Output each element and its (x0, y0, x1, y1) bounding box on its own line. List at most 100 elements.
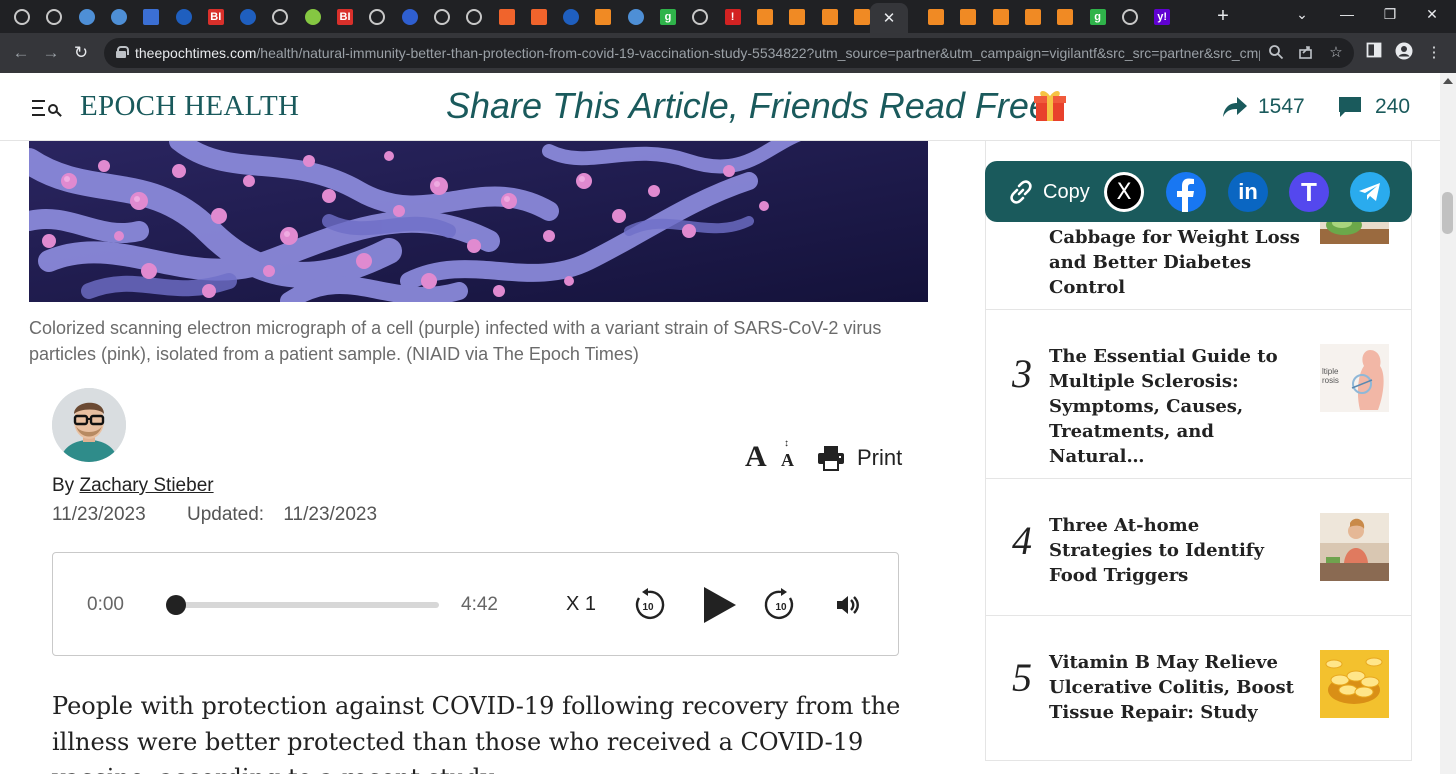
sidebar-item-title[interactable]: Cabbage for Weight Loss and Better Diabe… (1049, 225, 1307, 300)
bookmark-favicon-icon (595, 9, 612, 25)
share-telegram-button[interactable] (1350, 172, 1390, 212)
site-logo[interactable]: EPOCH HEALTH (80, 90, 299, 123)
text-size-button[interactable]: A A ↕ (745, 438, 797, 474)
print-label: Print (857, 445, 903, 470)
sidebar-item[interactable]: 5 Vitamin B May Relieve Ulcerative Colit… (986, 616, 1411, 761)
browser-tab[interactable] (1054, 6, 1076, 28)
lock-icon[interactable] (116, 46, 129, 58)
browser-tab[interactable] (754, 6, 776, 28)
sidebar-item-title[interactable]: The Essential Guide to Multiple Sclerosi… (1049, 344, 1307, 469)
rumble-favicon-icon (304, 9, 321, 25)
url-text[interactable]: theepochtimes.com/health/natural-immunit… (135, 45, 1260, 61)
print-button[interactable]: Print (817, 443, 902, 473)
browser-tab[interactable]: ! (722, 6, 744, 28)
share-count-button[interactable]: 1547 (1222, 93, 1305, 121)
scrollbar-thumb[interactable] (1442, 192, 1453, 234)
share-bar: Copy X in T (985, 161, 1412, 222)
audio-progress-knob[interactable] (166, 595, 186, 615)
forward-seconds: 10 (775, 602, 787, 613)
text-size-arrow-icon: ↕ (784, 438, 789, 449)
play-button[interactable] (701, 585, 739, 625)
sidebar-item[interactable]: 3 The Essential Guide to Multiple Sclero… (986, 310, 1411, 479)
comment-count-button[interactable]: 240 (1337, 93, 1410, 121)
author-avatar[interactable] (52, 388, 126, 462)
browser-tab[interactable] (689, 6, 711, 28)
sidebar-item-title[interactable]: Three At-home Strategies to Identify Foo… (1049, 513, 1307, 588)
side-panel-icon[interactable] (1363, 42, 1385, 64)
browser-tab[interactable] (108, 6, 130, 28)
sidebar-thumbnail-ms[interactable]: ltiple rosis (1320, 344, 1389, 412)
author-link[interactable]: Zachary Stieber (79, 475, 213, 496)
volume-button[interactable] (835, 593, 863, 617)
reload-icon[interactable]: ↻ (70, 42, 92, 64)
browser-tab[interactable] (366, 6, 388, 28)
sidebar-thumbnail-food[interactable] (1320, 513, 1389, 581)
restore-icon[interactable]: ❐ (1378, 6, 1402, 23)
profile-icon[interactable] (1393, 42, 1415, 64)
browser-tab[interactable] (1022, 6, 1044, 28)
browser-tab[interactable]: BI (205, 6, 227, 28)
browser-tab[interactable]: g (1087, 6, 1109, 28)
shield-favicon-icon (627, 9, 644, 25)
browser-tab[interactable] (76, 6, 98, 28)
address-bar[interactable]: theepochtimes.com/health/natural-immunit… (104, 38, 1354, 68)
share-arrow-icon (1223, 97, 1247, 117)
copy-link-button[interactable]: Copy (1007, 178, 1090, 206)
share-truth-social-button[interactable]: T (1289, 172, 1329, 212)
share-x-button[interactable]: X (1104, 172, 1144, 212)
browser-tab[interactable] (399, 6, 421, 28)
bookmark-favicon-icon (992, 9, 1009, 25)
browser-tab[interactable] (957, 6, 979, 28)
back-arrow-icon[interactable]: ← (10, 42, 32, 64)
close-window-icon[interactable]: ✕ (1420, 6, 1444, 23)
menu-search-icon[interactable] (32, 98, 62, 118)
share-article-headline[interactable]: Share This Article, Friends Read Free (446, 85, 1049, 127)
browser-tab[interactable] (786, 6, 808, 28)
browser-tab[interactable] (990, 6, 1012, 28)
scroll-up-icon[interactable] (1443, 78, 1453, 84)
browser-tab[interactable] (560, 6, 582, 28)
browser-tab[interactable] (302, 6, 324, 28)
browser-tab[interactable] (625, 6, 647, 28)
share-facebook-button[interactable] (1166, 172, 1206, 212)
sidebar-item[interactable]: 4 Three At-home Strategies to Identify F… (986, 479, 1411, 616)
browser-tab[interactable] (11, 6, 33, 28)
browser-tab[interactable] (925, 6, 947, 28)
browser-tab[interactable] (140, 6, 162, 28)
bookmark-star-icon[interactable]: ☆ (1327, 44, 1345, 62)
sidebar-item-title[interactable]: Vitamin B May Relieve Ulcerative Colitis… (1049, 650, 1307, 725)
globe-favicon-icon (369, 9, 386, 25)
forward-10-button[interactable]: 10 (764, 588, 798, 622)
new-tab-button[interactable]: + (1212, 5, 1234, 27)
browser-tab[interactable] (528, 6, 550, 28)
browser-tab[interactable] (819, 6, 841, 28)
share-linkedin-button[interactable]: in (1228, 172, 1268, 212)
browser-tab[interactable] (269, 6, 291, 28)
browser-tab[interactable]: y! (1151, 6, 1173, 28)
gift-icon[interactable] (1033, 87, 1067, 123)
playback-speed-button[interactable]: X 1 (566, 593, 596, 616)
browser-tab[interactable] (1119, 6, 1141, 28)
sidebar-thumbnail-vitamins[interactable] (1320, 650, 1389, 718)
share-page-icon[interactable] (1297, 44, 1315, 62)
browser-tab[interactable] (592, 6, 614, 28)
browser-tab[interactable]: BI (334, 6, 356, 28)
active-tab[interactable]: ✕ (870, 3, 908, 33)
close-tab-icon[interactable]: ✕ (883, 9, 896, 27)
browser-tab[interactable]: g (657, 6, 679, 28)
minimize-icon[interactable]: — (1335, 6, 1359, 22)
browser-tab[interactable] (173, 6, 195, 28)
audio-progress-track[interactable] (176, 602, 439, 608)
browser-tab[interactable] (43, 6, 65, 28)
chrome-menu-icon[interactable]: ⋮ (1423, 42, 1445, 64)
forward-arrow-icon[interactable]: → (40, 42, 62, 64)
article-hero-image[interactable] (29, 141, 928, 302)
browser-tab[interactable] (431, 6, 453, 28)
browser-tab[interactable] (496, 6, 518, 28)
zoom-icon[interactable] (1267, 44, 1285, 62)
page-scrollbar[interactable] (1440, 73, 1456, 774)
tab-search-icon[interactable]: ⌄ (1290, 6, 1314, 23)
browser-tab[interactable] (237, 6, 259, 28)
browser-tab[interactable] (463, 6, 485, 28)
rewind-10-button[interactable]: 10 (631, 588, 665, 622)
